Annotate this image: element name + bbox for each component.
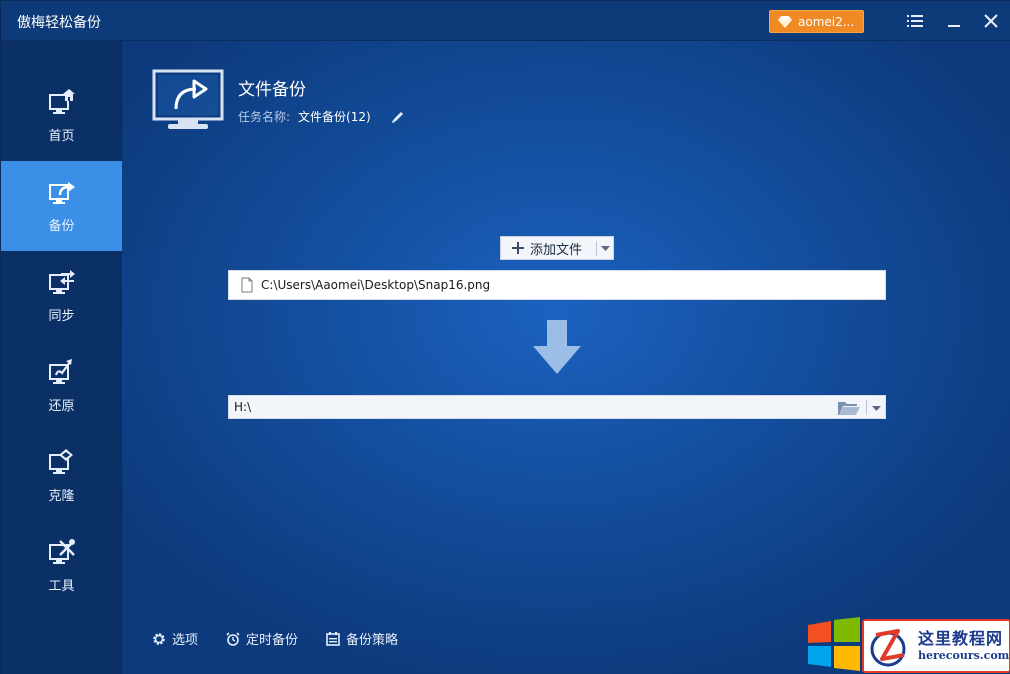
backup-monitor-icon xyxy=(48,181,75,204)
chevron-down-icon[interactable] xyxy=(601,246,610,252)
title-bar: 傲梅轻松备份 aomei2... xyxy=(1,1,1010,41)
sidebar-item-backup[interactable]: 备份 xyxy=(1,161,122,251)
task-name-label: 任务名称: xyxy=(238,110,291,124)
add-file-button[interactable]: 添加文件 xyxy=(500,236,614,260)
destination-path-field[interactable]: H:\ xyxy=(228,395,886,419)
options-label: 选项 xyxy=(172,633,199,648)
account-button[interactable]: aomei2... xyxy=(769,10,864,33)
gear-icon xyxy=(153,632,165,645)
menu-icon[interactable] xyxy=(905,11,925,31)
sidebar-item-restore[interactable]: 还原 xyxy=(1,341,122,431)
clone-monitor-icon xyxy=(48,448,73,474)
task-name-value: 文件备份(12) xyxy=(298,110,371,124)
main-panel: 文件备份 任务名称: 文件备份(12) 添加文件 C:\Users\Aaomei… xyxy=(122,41,1010,674)
add-file-label: 添加文件 xyxy=(530,242,583,258)
file-icon xyxy=(241,277,253,293)
plus-icon xyxy=(512,242,524,254)
task-name-row: 任务名称: 文件备份(12) xyxy=(238,108,405,125)
minimize-icon[interactable] xyxy=(944,11,964,31)
site-watermark: 这里教程网 herecours.com xyxy=(806,615,1010,674)
source-file-list[interactable]: C:\Users\Aaomei\Desktop\Snap16.png xyxy=(228,270,886,300)
page-title: 文件备份 xyxy=(238,80,306,100)
windows-logo-icon xyxy=(808,617,860,671)
diamond-icon xyxy=(778,15,792,28)
options-button[interactable]: 选项 xyxy=(152,629,198,648)
arrow-down-icon xyxy=(533,320,581,374)
backup-scheme-label: 备份策略 xyxy=(346,633,399,648)
app-window: 傲梅轻松备份 aomei2... 首页 备份 同步 还原 克隆 工具 文件备份 … xyxy=(0,0,1010,674)
sidebar-item-tools[interactable]: 工具 xyxy=(1,521,122,611)
watermark-badge: 这里教程网 herecours.com xyxy=(862,619,1010,673)
sidebar-item-label: 备份 xyxy=(48,218,75,234)
app-title: 傲梅轻松备份 xyxy=(17,15,101,31)
close-icon[interactable] xyxy=(981,11,1001,31)
calendar-list-icon xyxy=(326,631,340,646)
z-logo-icon xyxy=(870,629,906,667)
watermark-site-name: 这里教程网 xyxy=(918,629,1004,648)
sidebar-item-label: 还原 xyxy=(48,398,75,414)
chevron-down-icon[interactable] xyxy=(872,406,881,412)
home-monitor-icon xyxy=(48,88,75,114)
alarm-clock-icon xyxy=(226,631,240,646)
button-divider xyxy=(596,241,597,256)
source-file-path: C:\Users\Aaomei\Desktop\Snap16.png xyxy=(261,278,491,292)
restore-monitor-icon xyxy=(48,358,72,384)
sidebar-item-label: 克隆 xyxy=(48,488,75,504)
schedule-label: 定时备份 xyxy=(246,633,299,648)
sidebar-item-label: 首页 xyxy=(48,128,75,144)
bottom-toolbar: 选项 定时备份 备份策略 xyxy=(152,629,398,648)
folder-open-icon[interactable] xyxy=(837,400,861,416)
sidebar-item-home[interactable]: 首页 xyxy=(1,71,122,161)
sync-monitor-icon xyxy=(48,269,75,294)
watermark-site-url: herecours.com xyxy=(918,649,1010,662)
backup-scheme-button[interactable]: 备份策略 xyxy=(326,629,398,648)
sidebar-item-label: 同步 xyxy=(48,308,75,324)
tools-monitor-icon xyxy=(48,538,75,564)
sidebar-item-label: 工具 xyxy=(48,578,75,594)
schedule-button[interactable]: 定时备份 xyxy=(226,629,298,648)
sidebar: 首页 备份 同步 还原 克隆 工具 xyxy=(1,41,122,674)
field-divider xyxy=(866,400,867,415)
edit-pencil-icon[interactable] xyxy=(391,110,405,124)
account-label: aomei2... xyxy=(798,14,855,29)
sidebar-item-sync[interactable]: 同步 xyxy=(1,251,122,341)
destination-path: H:\ xyxy=(234,400,252,414)
backup-monitor-icon xyxy=(152,69,224,129)
sidebar-item-clone[interactable]: 克隆 xyxy=(1,431,122,521)
